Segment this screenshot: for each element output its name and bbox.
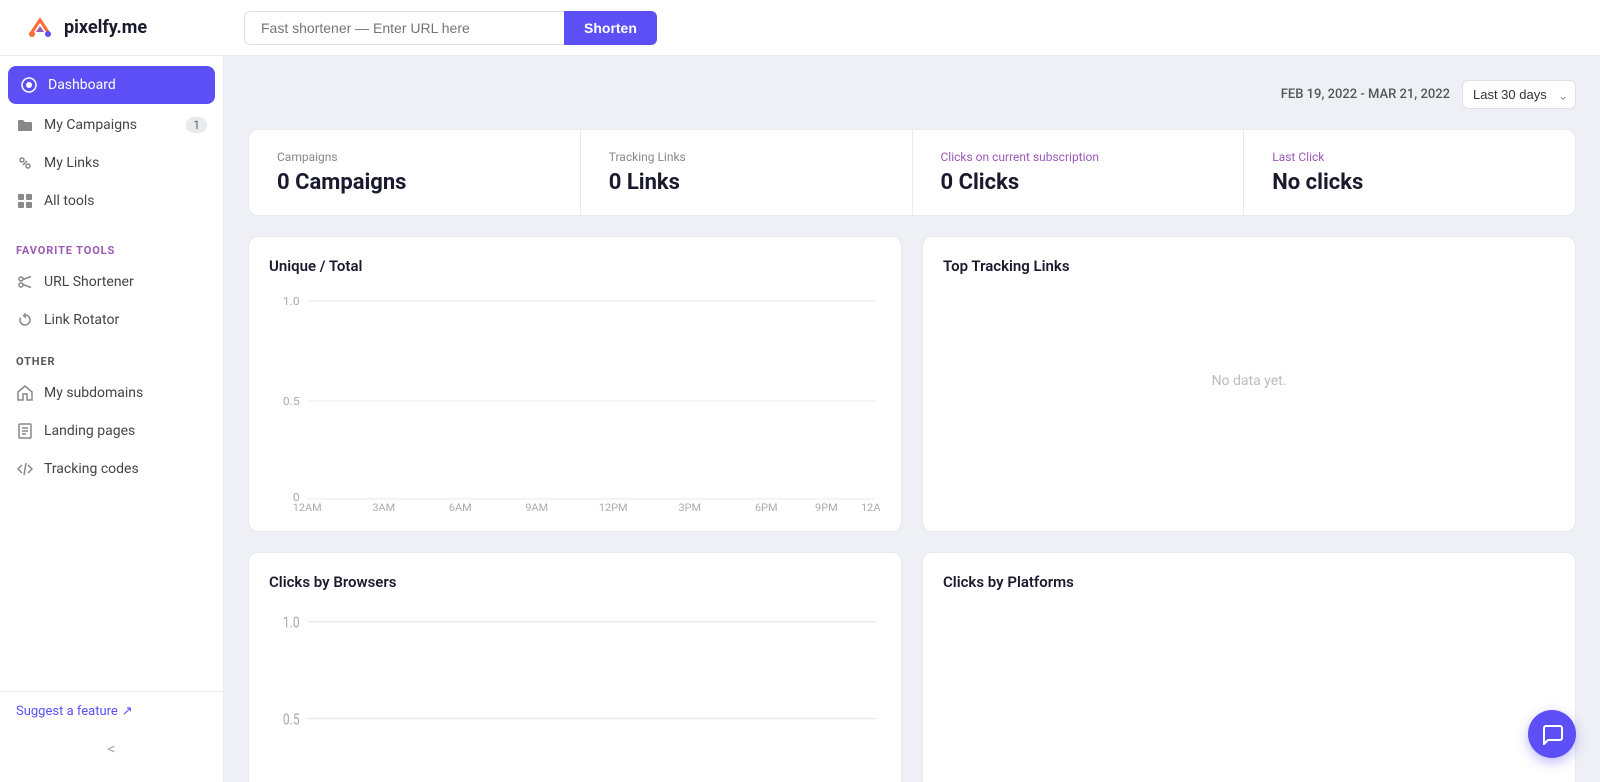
sidebar: Dashboard My Campaigns 1 My Links xyxy=(0,56,224,782)
stat-clicks-label: Clicks on current subscription xyxy=(941,150,1216,164)
stat-links-value: 0 Links xyxy=(609,170,884,195)
grid-icon xyxy=(16,192,34,210)
external-link-icon: ↗ xyxy=(122,704,133,719)
svg-text:1.0: 1.0 xyxy=(283,614,300,632)
top-tracking-links-card: Top Tracking Links No data yet. xyxy=(922,236,1576,532)
logo: pixelfy.me xyxy=(24,12,244,44)
scissors-icon xyxy=(16,273,34,291)
sidebar-footer: Suggest a feature ↗ xyxy=(0,691,223,731)
clicks-platforms-title: Clicks by Platforms xyxy=(943,573,1555,591)
svg-text:1.0: 1.0 xyxy=(283,294,300,307)
layout: Dashboard My Campaigns 1 My Links xyxy=(0,56,1600,782)
stat-tracking-links: Tracking Links 0 Links xyxy=(581,130,913,215)
sidebar-item-link-rotator[interactable]: Link Rotator xyxy=(0,301,223,339)
code-icon xyxy=(16,460,34,478)
my-campaigns-label: My Campaigns xyxy=(44,117,137,133)
clicks-browsers-area: 1.0 0.5 xyxy=(269,607,881,782)
pages-icon xyxy=(16,422,34,440)
stat-last-click-label: Last Click xyxy=(1272,150,1547,164)
svg-text:6PM: 6PM xyxy=(755,501,778,511)
svg-text:0.5: 0.5 xyxy=(283,711,300,729)
date-bar: FEB 19, 2022 - MAR 21, 2022 Last 7 days … xyxy=(248,80,1576,109)
other-section: OTHER xyxy=(0,339,223,374)
home-icon xyxy=(16,384,34,402)
rotate-icon xyxy=(16,311,34,329)
dashboard-label: Dashboard xyxy=(48,77,116,93)
dashboard-icon xyxy=(20,76,38,94)
sidebar-item-my-links[interactable]: My Links xyxy=(0,144,223,182)
stat-links-label: Tracking Links xyxy=(609,150,884,164)
sidebar-item-landing-pages[interactable]: Landing pages xyxy=(0,412,223,450)
url-bar: Shorten xyxy=(244,11,744,45)
unique-total-area: 1.0 0.5 0 12AM 3AM 6AM 9AM 12PM 3PM xyxy=(269,291,881,511)
clicks-browsers-title: Clicks by Browsers xyxy=(269,573,881,591)
tracking-codes-label: Tracking codes xyxy=(44,461,139,477)
no-data-text: No data yet. xyxy=(943,291,1555,471)
stat-campaigns-value: 0 Campaigns xyxy=(277,170,552,195)
campaigns-badge: 1 xyxy=(186,117,207,133)
stats-row: Campaigns 0 Campaigns Tracking Links 0 L… xyxy=(248,129,1576,216)
stat-campaigns: Campaigns 0 Campaigns xyxy=(249,130,581,215)
folder-icon xyxy=(16,116,34,134)
sidebar-item-my-subdomains[interactable]: My subdomains xyxy=(0,374,223,412)
my-links-label: My Links xyxy=(44,155,99,171)
clicks-platforms-card: Clicks by Platforms xyxy=(922,552,1576,782)
unique-total-title: Unique / Total xyxy=(269,257,881,275)
clicks-browsers-svg: 1.0 0.5 xyxy=(269,607,881,782)
link-rotator-label: Link Rotator xyxy=(44,312,119,328)
svg-text:12AM: 12AM xyxy=(293,501,322,511)
sidebar-collapse-button[interactable]: < xyxy=(0,731,223,766)
sidebar-item-dashboard[interactable]: Dashboard xyxy=(8,66,215,104)
app-name: pixelfy.me xyxy=(64,17,147,38)
svg-text:6AM: 6AM xyxy=(449,501,472,511)
logo-icon xyxy=(24,12,56,44)
sidebar-item-all-tools[interactable]: All tools xyxy=(0,182,223,220)
stat-clicks-subscription: Clicks on current subscription 0 Clicks xyxy=(913,130,1245,215)
svg-text:12PM: 12PM xyxy=(599,501,628,511)
date-range-select-wrapper: Last 7 days Last 30 days Last 90 days Cu… xyxy=(1462,80,1576,109)
clicks-browsers-chart: Clicks by Browsers 1.0 0.5 xyxy=(248,552,902,782)
sidebar-item-url-shortener[interactable]: URL Shortener xyxy=(0,263,223,301)
suggest-feature-link[interactable]: Suggest a feature ↗ xyxy=(16,704,207,719)
charts-grid: Unique / Total 1.0 0.5 0 12AM 3AM xyxy=(248,236,1576,782)
favorite-tools-section: FAVORITE TOOLS xyxy=(0,228,223,263)
svg-text:12AM: 12AM xyxy=(861,501,881,511)
sidebar-nav: Dashboard My Campaigns 1 My Links xyxy=(0,56,223,691)
unique-total-svg: 1.0 0.5 0 12AM 3AM 6AM 9AM 12PM 3PM xyxy=(269,291,881,511)
chat-bubble-button[interactable] xyxy=(1528,710,1576,758)
top-tracking-title: Top Tracking Links xyxy=(943,257,1555,275)
stat-clicks-value: 0 Clicks xyxy=(941,170,1216,195)
my-subdomains-label: My subdomains xyxy=(44,385,143,401)
date-range-select[interactable]: Last 7 days Last 30 days Last 90 days Cu… xyxy=(1462,80,1576,109)
svg-text:3PM: 3PM xyxy=(678,501,701,511)
stat-campaigns-label: Campaigns xyxy=(277,150,552,164)
chat-icon xyxy=(1541,723,1563,745)
svg-text:3AM: 3AM xyxy=(372,501,395,511)
all-tools-label: All tools xyxy=(44,193,94,209)
main-content: FEB 19, 2022 - MAR 21, 2022 Last 7 days … xyxy=(224,56,1600,782)
shorten-button[interactable]: Shorten xyxy=(564,11,657,45)
svg-text:9PM: 9PM xyxy=(815,501,838,511)
unique-total-chart: Unique / Total 1.0 0.5 0 12AM 3AM xyxy=(248,236,902,532)
link-icon xyxy=(16,154,34,172)
url-input[interactable] xyxy=(244,11,564,45)
url-shortener-label: URL Shortener xyxy=(44,274,134,290)
sidebar-item-my-campaigns[interactable]: My Campaigns 1 xyxy=(0,106,223,144)
landing-pages-label: Landing pages xyxy=(44,423,135,439)
svg-text:9AM: 9AM xyxy=(525,501,548,511)
topbar: pixelfy.me Shorten xyxy=(0,0,1600,56)
svg-text:0.5: 0.5 xyxy=(283,394,300,407)
stat-last-click-value: No clicks xyxy=(1272,170,1547,195)
stat-last-click: Last Click No clicks xyxy=(1244,130,1575,215)
sidebar-item-tracking-codes[interactable]: Tracking codes xyxy=(0,450,223,488)
date-range-text: FEB 19, 2022 - MAR 21, 2022 xyxy=(1281,87,1450,102)
